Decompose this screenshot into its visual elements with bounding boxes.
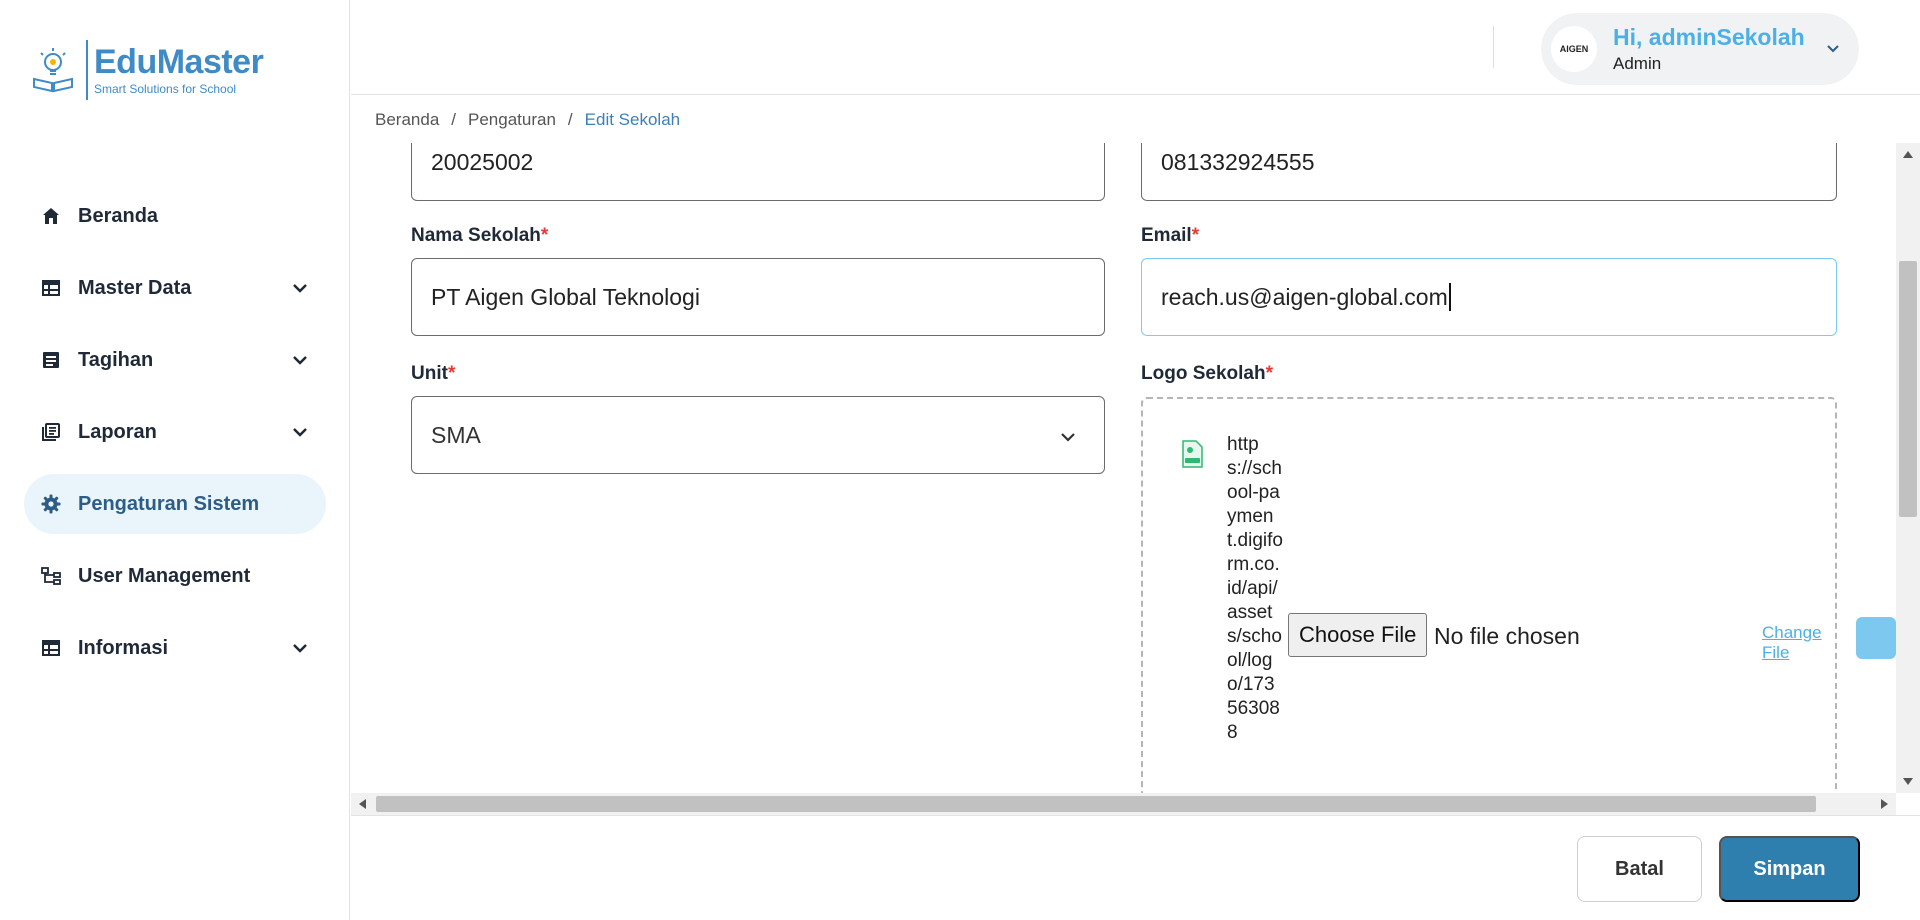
unit-label: Unit* — [411, 363, 456, 384]
avatar-logo-text: AIGEN — [1559, 44, 1589, 54]
table-icon — [40, 277, 62, 299]
no-file-chosen-text: No file chosen — [1434, 623, 1580, 649]
sidebar-item-user-management[interactable]: User Management — [24, 546, 326, 606]
change-file-link[interactable]: Change File — [1762, 623, 1835, 663]
nama-sekolah-input[interactable]: PT Aigen Global Teknologi — [411, 258, 1105, 336]
lightbulb-book-icon — [33, 48, 73, 93]
npsn-value: 20025002 — [431, 148, 534, 175]
user-greeting: Hi, adminSekolah — [1613, 24, 1805, 50]
chevron-down-icon[interactable] — [1825, 41, 1841, 57]
brand-tagline: Smart Solutions for School — [94, 82, 237, 96]
breadcrumb-item-beranda[interactable]: Beranda — [375, 110, 439, 130]
brand-name: EduMaster — [94, 43, 264, 81]
choose-file-button[interactable]: Choose File — [1288, 613, 1428, 657]
top-header: AIGEN Hi, adminSekolah Admin — [351, 0, 1920, 95]
nama-sekolah-value: PT Aigen Global Teknologi — [431, 283, 700, 310]
required-mark: * — [447, 363, 456, 384]
breadcrumb-separator: / — [451, 110, 457, 129]
unit-selected-value: SMA — [431, 421, 481, 448]
npsn-field[interactable]: 20025002 — [411, 143, 1105, 201]
email-label: Email* — [1141, 225, 1200, 246]
form-content: 20025002 081332924555 Nama Sekolah* PT A… — [351, 143, 1896, 793]
sidebar-item-label: Pengaturan Sistem — [78, 492, 260, 515]
cancel-button[interactable]: Batal — [1577, 836, 1702, 902]
breadcrumb-item-current: Edit Sekolah — [584, 110, 681, 129]
sidebar-item-master-data[interactable]: Master Data — [24, 258, 326, 318]
breadcrumb-separator: / — [567, 110, 573, 129]
chevron-down-icon — [293, 428, 307, 437]
image-file-icon — [1182, 440, 1203, 468]
nama-sekolah-label: Nama Sekolah* — [411, 225, 549, 246]
sidebar-item-pengaturan-sistem[interactable]: Pengaturan Sistem — [24, 474, 326, 534]
breadcrumb-item-pengaturan[interactable]: Pengaturan — [468, 110, 556, 130]
chevron-down-icon — [1061, 433, 1075, 442]
sidebar: EduMaster Smart Solutions for School Ber… — [0, 0, 350, 920]
sidebar-item-tagihan[interactable]: Tagihan — [24, 330, 326, 390]
required-mark: * — [540, 225, 549, 246]
library-icon — [40, 421, 62, 443]
sidebar-item-label: Tagihan — [78, 348, 154, 371]
sidebar-item-laporan[interactable]: Laporan — [24, 402, 326, 462]
sidebar-item-label: Master Data — [78, 276, 192, 299]
brand-logo[interactable]: EduMaster Smart Solutions for School — [28, 38, 264, 102]
required-mark: * — [1265, 363, 1273, 384]
home-icon — [40, 205, 62, 227]
logo-upload-dropzone[interactable]: https://school-payment.digiform.co.id/ap… — [1141, 397, 1896, 793]
breadcrumb: Beranda / Pengaturan / Edit Sekolah — [375, 110, 680, 130]
hierarchy-icon — [40, 565, 62, 587]
table-icon — [40, 637, 62, 659]
vertical-scrollbar-thumb[interactable] — [1899, 261, 1917, 517]
sidebar-item-beranda[interactable]: Beranda — [24, 186, 326, 246]
horizontal-scrollbar[interactable] — [351, 793, 1896, 815]
logo-divider — [86, 40, 88, 100]
scroll-right-arrow-icon[interactable] — [1881, 799, 1888, 809]
phone-value: 081332924555 — [1161, 148, 1315, 175]
chevron-down-icon — [293, 284, 307, 293]
scroll-left-arrow-icon[interactable] — [359, 799, 366, 809]
scroll-down-arrow-icon[interactable] — [1903, 778, 1913, 785]
avatar: AIGEN — [1551, 26, 1597, 72]
scroll-up-arrow-icon[interactable] — [1903, 151, 1913, 158]
email-value: reach.us@aigen-global.com — [1161, 283, 1448, 310]
user-role: Admin — [1613, 54, 1662, 73]
phone-field[interactable]: 081332924555 — [1141, 143, 1837, 201]
sidebar-item-label: User Management — [78, 564, 251, 587]
current-logo-url: https://school-payment.digiform.co.id/ap… — [1227, 434, 1283, 743]
text-caret — [1448, 283, 1451, 311]
header-divider — [1493, 26, 1494, 68]
form-footer: Batal Simpan — [351, 815, 1920, 920]
sidebar-item-label: Beranda — [78, 204, 159, 227]
horizontal-scrollbar-thumb[interactable] — [376, 796, 1816, 812]
email-field[interactable]: reach.us@aigen-global.com — [1141, 258, 1837, 336]
upload-action-button[interactable] — [1856, 617, 1896, 659]
list-icon — [40, 349, 62, 371]
logo-sekolah-label: Logo Sekolah* — [1141, 363, 1273, 384]
save-button[interactable]: Simpan — [1719, 836, 1860, 902]
chevron-down-icon — [293, 356, 307, 365]
vertical-scrollbar[interactable] — [1896, 143, 1920, 793]
user-menu[interactable]: AIGEN Hi, adminSekolah Admin — [1541, 13, 1859, 85]
required-mark: * — [1191, 225, 1200, 246]
sidebar-item-informasi[interactable]: Informasi — [24, 618, 326, 678]
sidebar-item-label: Informasi — [78, 636, 169, 659]
sidebar-nav: Beranda Master Data Tagihan Laporan Peng… — [24, 186, 326, 690]
sidebar-item-label: Laporan — [78, 420, 157, 443]
unit-select[interactable]: SMA — [411, 396, 1105, 474]
chevron-down-icon — [293, 644, 307, 653]
gear-icon — [40, 493, 62, 515]
